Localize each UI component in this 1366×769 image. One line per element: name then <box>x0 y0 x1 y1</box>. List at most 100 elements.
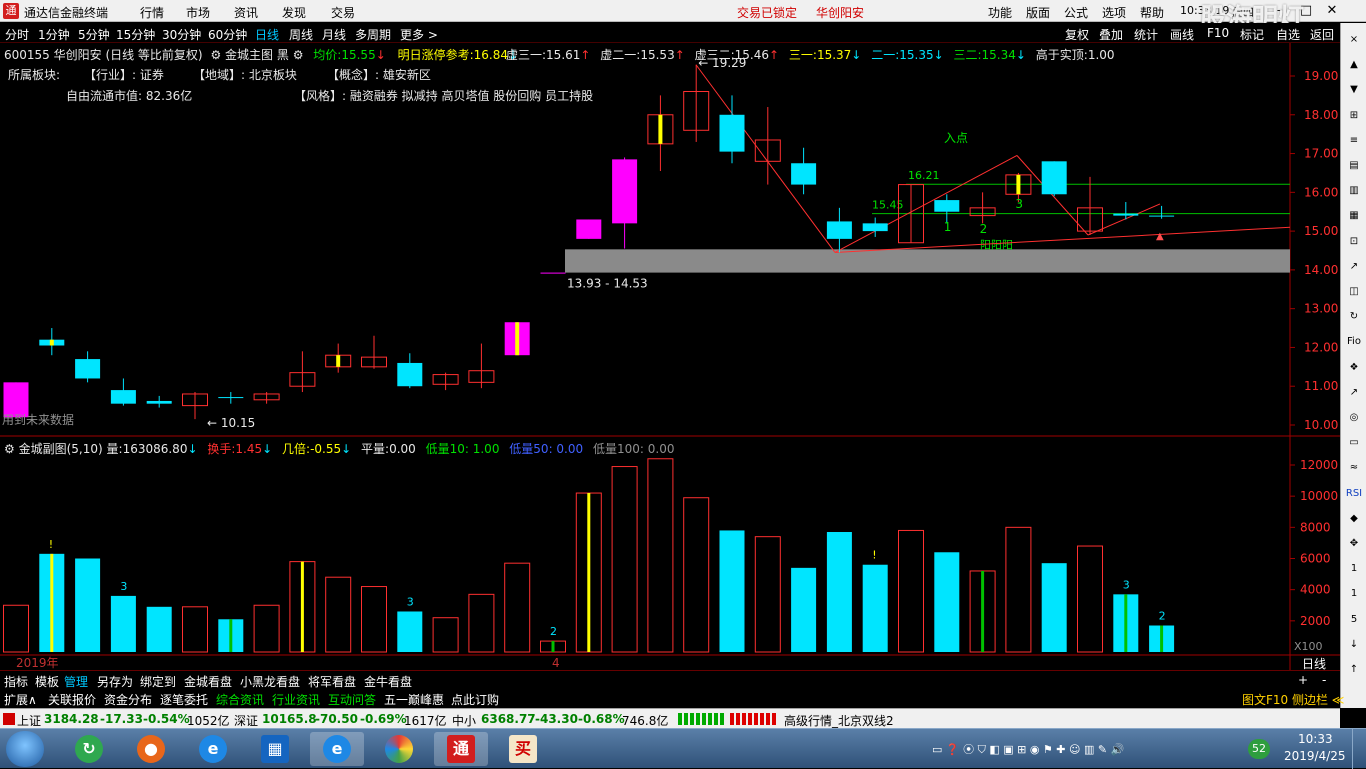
circle-icon[interactable]: ◎ <box>1344 409 1364 427</box>
menu-function[interactable]: 功能 <box>988 4 1012 21</box>
menu-options[interactable]: 选项 <box>1102 4 1126 21</box>
tab-industry-news[interactable]: 行业资讯 <box>272 691 320 708</box>
up-arrow-icon[interactable]: ↑ <box>1344 661 1364 679</box>
back-button[interactable]: 返回 <box>1310 26 1334 43</box>
period-tab-30min[interactable]: 30分钟 <box>162 26 201 43</box>
period-tab-monthly[interactable]: 月线 <box>322 26 346 43</box>
period-tab-multi[interactable]: 多周期 <box>355 26 391 43</box>
sz-name[interactable]: 深证 <box>234 712 258 729</box>
menu-trade[interactable]: 交易 <box>331 4 355 21</box>
f10-icon[interactable]: Fio <box>1344 333 1364 351</box>
grid-icon[interactable]: ⊞ <box>1344 107 1364 125</box>
f10-button[interactable]: F10 <box>1207 26 1229 40</box>
taskbar-app-6[interactable] <box>372 732 426 766</box>
num5-icon[interactable]: 5 <box>1344 611 1364 629</box>
period-tab-intraday[interactable]: 分时 <box>5 26 29 43</box>
taskbar-app-7[interactable]: 通 <box>434 732 488 766</box>
arrow-icon[interactable]: ↗ <box>1344 384 1364 402</box>
num1-icon[interactable]: 1 <box>1344 560 1364 578</box>
period-tab-15min[interactable]: 15分钟 <box>116 26 155 43</box>
taskbar-app-3[interactable]: e <box>186 732 240 766</box>
minimize-icon[interactable]: – <box>1268 2 1292 20</box>
zx-name[interactable]: 中小 <box>452 712 476 729</box>
tab-related-quote[interactable]: 关联报价 <box>48 691 96 708</box>
settings-gear-icon-3[interactable]: ⚙ <box>4 442 15 456</box>
taskbar-app-1[interactable]: ↻ <box>62 732 116 766</box>
zoom-out-icon[interactable]: - <box>1322 673 1326 687</box>
tab-jiangjun[interactable]: 将军看盘 <box>308 673 356 690</box>
tab-promo[interactable]: 五一巅峰惠 <box>384 691 444 708</box>
start-button-icon[interactable] <box>6 731 44 767</box>
taskbar-app-4[interactable]: ▦ <box>248 732 302 766</box>
f10-sidebar-toggle[interactable]: 图文F10 侧边栏 ≪ <box>1242 691 1344 708</box>
taskbar-app-2[interactable]: ● <box>124 732 178 766</box>
menu-discover[interactable]: 发现 <box>282 4 306 21</box>
maximize-icon[interactable]: □ <box>1294 2 1318 20</box>
period-tab-60min[interactable]: 60分钟 <box>208 26 247 43</box>
refresh-icon[interactable]: ↻ <box>1344 308 1364 326</box>
period-tab-more[interactable]: 更多 > <box>400 26 438 43</box>
chart-icon[interactable]: ▥ <box>1344 182 1364 200</box>
menu-bazaar[interactable]: 市场 <box>186 4 210 21</box>
trade-lock-status[interactable]: 交易已锁定 <box>737 4 797 21</box>
restore-rights-button[interactable]: 复权 <box>1065 26 1089 43</box>
tab-xiaoheilong[interactable]: 小黑龙看盘 <box>240 673 300 690</box>
taskbar-app-5[interactable]: e <box>310 732 364 766</box>
sh-name[interactable]: 上证 <box>17 712 41 729</box>
list-icon[interactable]: ≡ <box>1344 132 1364 150</box>
menu-help[interactable]: 帮助 <box>1140 4 1164 21</box>
overlay-button[interactable]: 叠加 <box>1099 26 1123 43</box>
stats-button[interactable]: 统计 <box>1134 26 1158 43</box>
menu-layout[interactable]: 版面 <box>1026 4 1050 21</box>
period-tab-1min[interactable]: 1分钟 <box>38 26 70 43</box>
rsi-icon[interactable]: RSI <box>1344 485 1364 503</box>
kline-chart[interactable]: 10.0011.0012.0013.0014.0015.0016.0017.00… <box>0 43 1340 670</box>
close-panel-icon[interactable]: × <box>1344 31 1364 49</box>
taskbar-app-8[interactable]: 买 <box>496 732 550 766</box>
up-icon[interactable]: ▲ <box>1344 56 1364 74</box>
tab-qa[interactable]: 互动问答 <box>328 691 376 708</box>
mark-button[interactable]: 标记 <box>1240 26 1264 43</box>
tab-indicator[interactable]: 指标 <box>4 673 28 690</box>
tab-fund-dist[interactable]: 资金分布 <box>104 691 152 708</box>
period-tab-5min[interactable]: 5分钟 <box>78 26 110 43</box>
tab-order[interactable]: 点此订购 <box>451 691 499 708</box>
close-icon[interactable]: ✕ <box>1320 2 1344 20</box>
tab-manage[interactable]: 管理 <box>64 673 88 690</box>
diamond-icon[interactable]: ◆ <box>1344 510 1364 528</box>
tab-general-news[interactable]: 综合资讯 <box>216 691 264 708</box>
watchlist-button[interactable]: 自选 <box>1276 26 1300 43</box>
menu-market[interactable]: 行情 <box>140 4 164 21</box>
num1b-icon[interactable]: 1 <box>1344 585 1364 603</box>
shape-icon[interactable]: ❖ <box>1344 359 1364 377</box>
notification-badge[interactable]: 52 <box>1248 739 1270 759</box>
wave-icon[interactable]: ≈ <box>1344 459 1364 477</box>
tab-save-as[interactable]: 另存为 <box>97 673 133 690</box>
fit-icon[interactable]: ⊡ <box>1344 233 1364 251</box>
rect-icon[interactable]: ▭ <box>1344 434 1364 452</box>
tab-template[interactable]: 模板 <box>35 673 59 690</box>
feed-name[interactable]: 高级行情_北京双线2 <box>784 712 894 729</box>
tab-bind-to[interactable]: 绑定到 <box>140 673 176 690</box>
period-tab-weekly[interactable]: 周线 <box>289 26 313 43</box>
tab-expand[interactable]: 扩展∧ <box>4 691 37 708</box>
down-icon[interactable]: ▼ <box>1344 81 1364 99</box>
tab-jinniu[interactable]: 金牛看盘 <box>364 673 412 690</box>
split-icon[interactable]: ◫ <box>1344 283 1364 301</box>
show-desktop-button[interactable] <box>1352 729 1366 769</box>
level-label-1621: 16.21 <box>908 169 940 182</box>
zoom-in-icon[interactable]: + <box>1298 673 1308 687</box>
tab-tick-order[interactable]: 逐笔委托 <box>160 691 208 708</box>
menu-formula[interactable]: 公式 <box>1064 4 1088 21</box>
sub-indicator-name[interactable]: 金城副图(5,10) <box>19 442 103 456</box>
candle-icon[interactable]: ▦ <box>1344 207 1364 225</box>
menu-news[interactable]: 资讯 <box>234 4 258 21</box>
move-icon[interactable]: ✥ <box>1344 535 1364 553</box>
draw-line-button[interactable]: 画线 <box>1170 26 1194 43</box>
down-arrow-icon[interactable]: ↓ <box>1344 636 1364 654</box>
period-tab-daily[interactable]: 日线 <box>255 26 279 43</box>
trend-icon[interactable]: ↗ <box>1344 258 1364 276</box>
tray-icons[interactable]: ▭ ❓ ⦿ ⛉ ◧ ▣ ⊞ ◉ ⚑ ✚ ☺ ▥ ✎ 🔊 <box>932 741 1124 757</box>
tab-jincheng[interactable]: 金城看盘 <box>184 673 232 690</box>
table-icon[interactable]: ▤ <box>1344 157 1364 175</box>
